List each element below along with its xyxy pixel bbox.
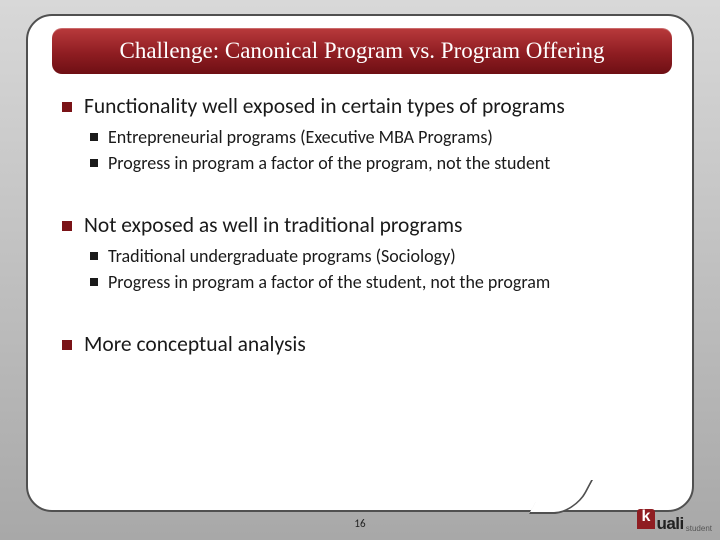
bullet-text: Not exposed as well in traditional progr…: [84, 213, 462, 239]
bullet-level1: Functionality well exposed in certain ty…: [62, 94, 662, 120]
bullet-level2: Traditional undergraduate programs (Soci…: [90, 245, 662, 268]
slide-content: Functionality well exposed in certain ty…: [62, 94, 662, 363]
square-bullet-icon: [90, 133, 98, 141]
bullet-text: More conceptual analysis: [84, 332, 306, 358]
bullet-text: Progress in program a factor of the stud…: [108, 271, 550, 294]
bullet-level1: More conceptual analysis: [62, 332, 662, 358]
square-bullet-icon: [62, 102, 72, 112]
square-bullet-icon: [90, 278, 98, 286]
bullet-level2: Progress in program a factor of the prog…: [90, 152, 662, 175]
kuali-logo: uali student: [637, 509, 712, 534]
slide-card: Challenge: Canonical Program vs. Program…: [26, 14, 694, 512]
bullet-text: Entrepreneurial programs (Executive MBA …: [108, 126, 493, 149]
bullet-text: Traditional undergraduate programs (Soci…: [108, 245, 456, 268]
logo-subtext: student: [686, 524, 712, 533]
bullet-text: Progress in program a factor of the prog…: [108, 152, 550, 175]
square-bullet-icon: [62, 221, 72, 231]
bullet-level2: Progress in program a factor of the stud…: [90, 271, 662, 294]
bullet-text: Functionality well exposed in certain ty…: [84, 94, 565, 120]
speech-bubble-tail-icon: [538, 482, 584, 512]
page-number: 16: [354, 517, 365, 530]
logo-text: uali: [656, 514, 683, 534]
slide-title: Challenge: Canonical Program vs. Program…: [119, 38, 604, 64]
title-bar: Challenge: Canonical Program vs. Program…: [52, 28, 672, 74]
logo-mark-icon: [637, 509, 655, 529]
square-bullet-icon: [90, 159, 98, 167]
square-bullet-icon: [90, 252, 98, 260]
bullet-level1: Not exposed as well in traditional progr…: [62, 213, 662, 239]
bullet-level2: Entrepreneurial programs (Executive MBA …: [90, 126, 662, 149]
square-bullet-icon: [62, 340, 72, 350]
